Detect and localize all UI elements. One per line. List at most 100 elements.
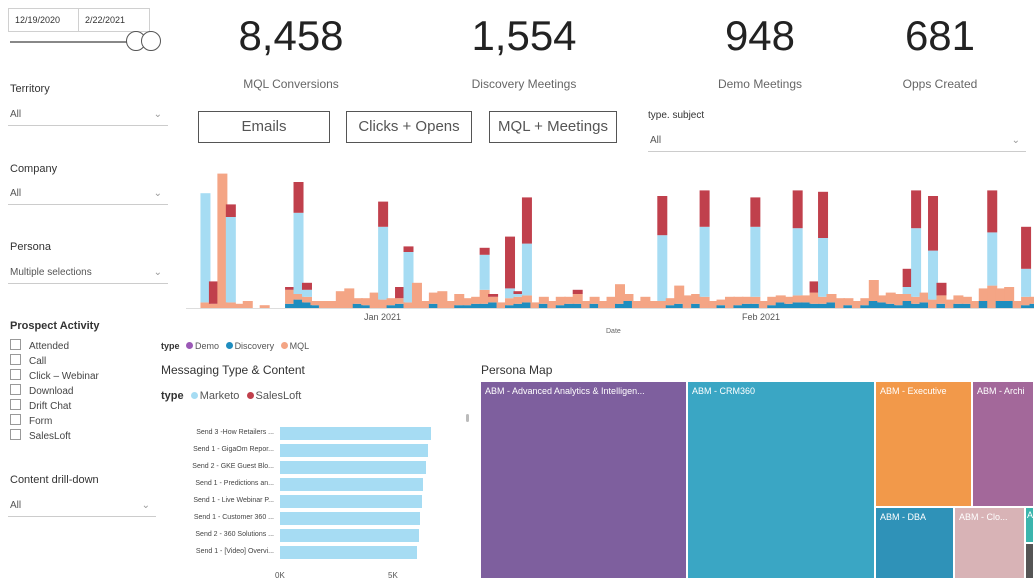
chart-bar-discovery[interactable]	[657, 235, 668, 301]
chart-bar-mql[interactable]	[1004, 287, 1015, 301]
activity-bar-chart: Jan 2021 Feb 2021 Date	[186, 173, 1034, 335]
chart-bar-discovery[interactable]	[378, 226, 389, 300]
treemap-cell-small[interactable]: A	[1025, 507, 1034, 543]
checkbox-label: SalesLoft	[29, 431, 71, 442]
treemap-cell-clo[interactable]: ABM - Clo...	[954, 507, 1025, 579]
messaging-category-label: Send 2 - 360 Solutions ...	[195, 531, 274, 538]
checkbox-box[interactable]	[10, 339, 21, 350]
chart-bar-mql[interactable]	[1029, 296, 1034, 304]
content-drilldown-dropdown[interactable]: All ⌄	[8, 495, 156, 517]
chart-bar-demo[interactable]	[301, 282, 312, 290]
messaging-scrollbar[interactable]	[466, 414, 469, 422]
messaging-bar[interactable]	[280, 512, 420, 525]
chart-bar-discovery[interactable]	[911, 228, 922, 297]
chevron-down-icon: ⌄	[153, 188, 162, 199]
chart-bar-mql[interactable]	[259, 305, 270, 308]
messaging-bar[interactable]	[280, 461, 426, 474]
checkbox-label: Drift Chat	[29, 401, 72, 412]
checkbox-box[interactable]	[10, 399, 21, 410]
territory-dropdown[interactable]: All ⌄	[8, 104, 168, 126]
chart-bar-demo[interactable]	[293, 182, 304, 213]
prospect-activity-checkbox[interactable]: Download	[10, 384, 73, 397]
date-slider-track[interactable]	[10, 41, 138, 43]
mql-meetings-button[interactable]: MQL + Meetings	[489, 111, 617, 143]
date-start-field[interactable]: 12/19/2020	[8, 8, 80, 32]
chart-bar-discovery[interactable]	[792, 228, 803, 296]
chart-bar-discovery[interactable]	[225, 217, 236, 303]
checkbox-box[interactable]	[10, 384, 21, 395]
treemap-cell-dba[interactable]: ABM - DBA	[875, 507, 954, 579]
treemap-cell-advanced-analytics[interactable]: ABM - Advanced Analytics & Intelligen...	[480, 381, 687, 579]
chart-bar-mql[interactable]	[623, 294, 634, 301]
chart-bar-demo[interactable]	[225, 204, 236, 217]
checkbox-label: Attended	[29, 341, 70, 352]
company-value: All	[10, 188, 22, 199]
chart-bar-mql[interactable]	[488, 296, 499, 303]
chart-bar-discovery[interactable]	[699, 226, 710, 297]
chart-bar-demo[interactable]	[657, 196, 668, 236]
chart-bar-demo[interactable]	[403, 246, 414, 252]
chart-bar-discovery[interactable]	[987, 232, 998, 286]
chart-bar-demo[interactable]	[792, 190, 803, 229]
prospect-activity-checkbox[interactable]: SalesLoft	[10, 429, 71, 442]
messaging-bar[interactable]	[280, 529, 419, 542]
clicks-opens-button[interactable]: Clicks + Opens	[346, 111, 472, 143]
chart-bar-demo[interactable]	[928, 196, 939, 251]
legend-demo-swatch	[186, 342, 194, 349]
prospect-activity-checkbox[interactable]: Drift Chat	[10, 399, 71, 412]
chart-bar-demo[interactable]	[488, 294, 499, 297]
chart-bar-demo[interactable]	[521, 197, 532, 244]
chart-bar-demo[interactable]	[911, 190, 922, 229]
messaging-bar[interactable]	[280, 444, 429, 457]
chart-bar-demo[interactable]	[505, 236, 516, 289]
chart-bar-demo[interactable]	[1021, 226, 1032, 269]
company-label: Company	[10, 163, 58, 175]
prospect-activity-checkbox[interactable]: Call	[10, 354, 46, 367]
legend-discovery-swatch	[225, 342, 233, 349]
chart-bar-demo[interactable]	[987, 190, 998, 233]
legend-marketo-swatch	[190, 392, 198, 399]
type-subject-dropdown[interactable]: All ⌄	[648, 130, 1026, 152]
chart-bar-demo[interactable]	[378, 201, 389, 227]
treemap-cell-crm360[interactable]: ABM - CRM360	[687, 381, 875, 579]
chart-bar-demo[interactable]	[479, 247, 490, 255]
chart-bar-demo[interactable]	[936, 282, 947, 296]
checkbox-box[interactable]	[10, 354, 21, 365]
messaging-bar[interactable]	[280, 427, 431, 440]
checkbox-label: Form	[29, 416, 53, 427]
persona-dropdown[interactable]: Multiple selections ⌄	[8, 262, 168, 284]
prospect-activity-checkbox[interactable]: Form	[10, 414, 52, 427]
emails-button[interactable]: Emails	[198, 111, 330, 143]
checkbox-box[interactable]	[10, 429, 21, 440]
chart-bar-dark[interactable]	[1029, 303, 1034, 308]
kpi-discovery-value: 1,554	[471, 12, 577, 59]
chart-bar-discovery[interactable]	[293, 212, 304, 294]
chart-bar-demo[interactable]	[750, 197, 761, 227]
chart-bar-discovery[interactable]	[818, 238, 829, 297]
type-subject-label: type. subject	[648, 110, 705, 121]
treemap-cell-small-dark[interactable]	[1025, 543, 1034, 579]
date-end-field[interactable]: 2/22/2021	[78, 8, 150, 32]
company-dropdown[interactable]: All ⌄	[8, 183, 168, 205]
chart-bar-discovery[interactable]	[301, 289, 312, 297]
treemap-cell-executive[interactable]: ABM - Executive	[875, 381, 972, 507]
chart-bar-demo[interactable]	[818, 191, 829, 238]
chart-bar-demo[interactable]	[699, 190, 710, 227]
chart-bar-demo[interactable]	[572, 289, 583, 294]
messaging-bar[interactable]	[280, 546, 418, 559]
messaging-bar[interactable]	[280, 478, 424, 491]
prospect-activity-checkbox[interactable]: Click – Webinar	[10, 369, 99, 382]
chevron-down-icon: ⌄	[1011, 135, 1020, 146]
prospect-activity-checkbox[interactable]: Attended	[10, 339, 69, 352]
chart-bar-mql[interactable]	[521, 295, 532, 303]
chart-bar-discovery[interactable]	[521, 243, 532, 296]
checkbox-box[interactable]	[10, 414, 21, 425]
treemap-cell-archi[interactable]: ABM - Archi	[972, 381, 1034, 507]
checkbox-box[interactable]	[10, 369, 21, 380]
chart-bar-discovery[interactable]	[750, 226, 761, 297]
date-slider-end-handle[interactable]	[141, 31, 161, 51]
chart-bar-discovery[interactable]	[1021, 268, 1032, 297]
chart-bar-discovery[interactable]	[479, 254, 490, 290]
messaging-bar[interactable]	[280, 495, 423, 508]
chart-bar-mql[interactable]	[242, 301, 253, 308]
